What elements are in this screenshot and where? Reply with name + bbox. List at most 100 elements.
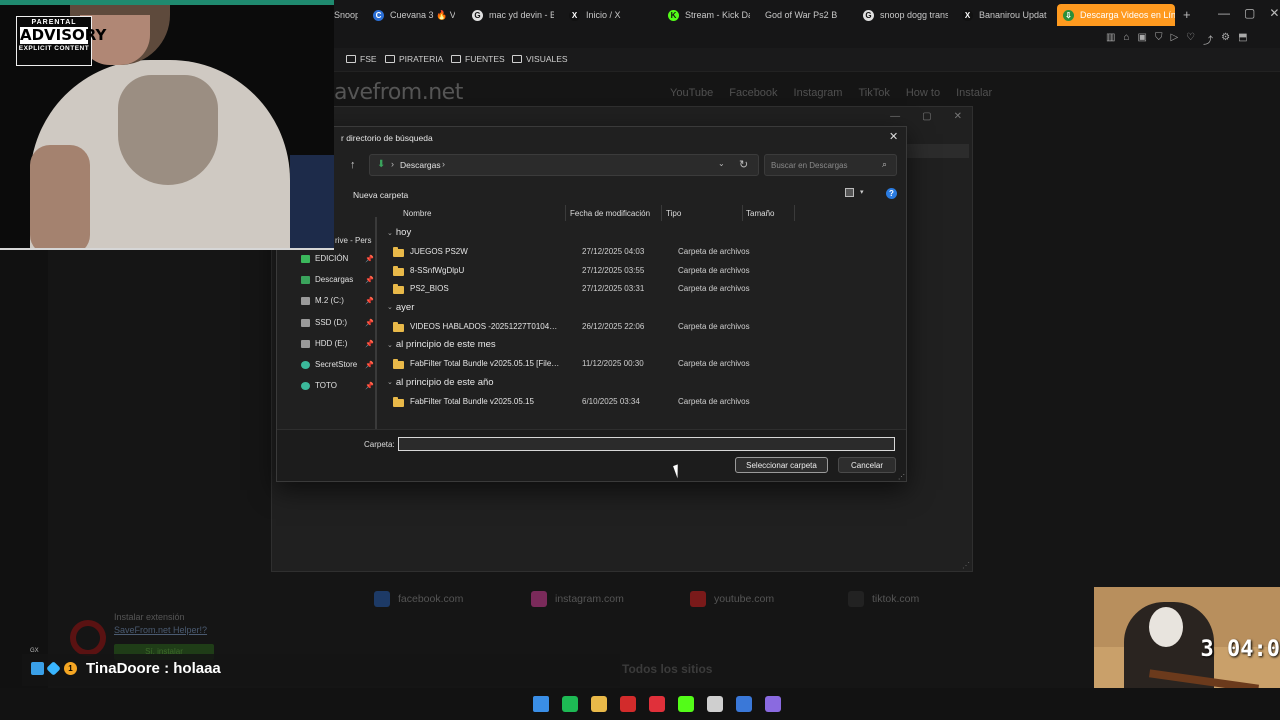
site-logo[interactable]: avefrom.net: [334, 80, 463, 105]
windows-start-icon[interactable]: [533, 696, 549, 712]
browser-tab[interactable]: K Stream - Kick Da: [668, 4, 750, 26]
column-divider[interactable]: [794, 205, 795, 221]
resize-grip-icon[interactable]: ⋰: [898, 473, 905, 481]
nav-item[interactable]: M.2 (C:) 📌: [301, 296, 374, 305]
column-header-type[interactable]: Tipo: [666, 209, 681, 218]
nav-scrollbar[interactable]: [375, 217, 377, 429]
bookmark-folder[interactable]: PIRATERIA: [385, 54, 443, 64]
select-folder-button[interactable]: Seleccionar carpeta: [735, 457, 828, 473]
toolbar-icon[interactable]: ♡: [1186, 32, 1195, 47]
column-header-size[interactable]: Tamaño: [746, 209, 774, 218]
toolbar-icon[interactable]: ⤴: [1203, 32, 1213, 47]
breadcrumb-descargas[interactable]: Descargas: [400, 160, 441, 170]
file-row[interactable]: FabFilter Total Bundle v2025.05.15 [File…: [393, 358, 753, 374]
pin-icon[interactable]: 📌: [365, 340, 374, 348]
new-tab-icon[interactable]: +: [1183, 7, 1191, 22]
nav-item[interactable]: SecretStore 📌: [301, 360, 374, 369]
help-icon[interactable]: ?: [886, 188, 897, 199]
site-nav-link[interactable]: Facebook: [729, 87, 777, 99]
group-header[interactable]: ⌄ al principio de este mes: [387, 339, 496, 350]
chrome-icon[interactable]: [707, 696, 723, 712]
file-row[interactable]: 8-SSnfWgDlpU 27/12/2025 03:55 Carpeta de a…: [393, 265, 753, 281]
pin-icon[interactable]: 📌: [365, 297, 374, 305]
bookmark-folder[interactable]: VISUALES: [512, 54, 568, 64]
breadcrumb-separator-icon[interactable]: ›: [442, 159, 445, 169]
nav-item[interactable]: HDD (E:) 📌: [301, 339, 374, 348]
toolbar-icon[interactable]: ▥: [1106, 32, 1115, 47]
search-input[interactable]: [771, 158, 875, 173]
nav-item[interactable]: Descargas 📌: [301, 275, 374, 284]
file-row[interactable]: JUEGOS PS2W 27/12/2025 04:03 Carpeta de ar…: [393, 246, 753, 262]
address-dropdown-icon[interactable]: ⌄: [718, 159, 725, 168]
group-header[interactable]: ⌄ ayer: [387, 302, 414, 313]
flash-icon[interactable]: [649, 696, 665, 712]
pin-icon[interactable]: 📌: [365, 255, 374, 263]
toolbar-icon[interactable]: ⛉: [1155, 32, 1163, 47]
bookmark-folder[interactable]: FUENTES: [451, 54, 505, 64]
file-row[interactable]: FabFilter Total Bundle v2025.05.15 6/10/2…: [393, 396, 753, 412]
chevron-down-icon[interactable]: ⌄: [387, 229, 393, 237]
nav-item[interactable]: SSD (D:) 📌: [301, 318, 374, 327]
nav-item[interactable]: TOTO 📌: [301, 381, 374, 390]
toolbar-icon[interactable]: ⚙: [1221, 32, 1230, 47]
browser-tab[interactable]: Snoop D: [334, 4, 358, 26]
site-nav-link[interactable]: YouTube: [670, 87, 713, 99]
chevron-down-icon[interactable]: ⌄: [387, 303, 393, 311]
site-nav-link[interactable]: Instalar: [956, 87, 992, 99]
column-divider[interactable]: [661, 205, 662, 221]
pin-icon[interactable]: 📌: [365, 276, 374, 284]
pin-icon[interactable]: 📌: [365, 361, 374, 369]
group-header[interactable]: ⌄ hoy: [387, 227, 411, 238]
social-link[interactable]: facebook.com: [374, 591, 463, 607]
site-nav-link[interactable]: How to: [906, 87, 940, 99]
toolbar-icon[interactable]: ▷: [1170, 32, 1178, 47]
social-link[interactable]: instagram.com: [531, 591, 624, 607]
column-divider[interactable]: [742, 205, 743, 221]
file-explorer-icon[interactable]: [591, 696, 607, 712]
extension-link[interactable]: SaveFrom.net Helper!?: [114, 625, 207, 635]
up-folder-icon[interactable]: ↑: [350, 159, 356, 171]
column-divider[interactable]: [565, 205, 566, 221]
pin-icon[interactable]: 📌: [365, 382, 374, 390]
column-header-date[interactable]: Fecha de modificación: [570, 209, 650, 218]
file-row[interactable]: PS2_BIOS 27/12/2025 03:31 Carpeta de archi…: [393, 283, 753, 299]
app2-icon[interactable]: [765, 696, 781, 712]
refresh-icon[interactable]: ↻: [739, 158, 748, 171]
close-icon[interactable]: ✕: [954, 111, 962, 122]
maximize-icon[interactable]: ▢: [922, 111, 931, 122]
social-link[interactable]: tiktok.com: [848, 591, 919, 607]
view-dropdown-icon[interactable]: ▾: [860, 188, 864, 196]
browser-tab[interactable]: ⇩ Descarga Videos en Línea: [1057, 4, 1175, 26]
bookmark-folder[interactable]: FSE: [346, 54, 377, 64]
site-nav-link[interactable]: TikTok: [858, 87, 889, 99]
pin-icon[interactable]: 📌: [365, 319, 374, 327]
browser-tab[interactable]: X Inicio / X: [569, 4, 651, 26]
new-folder-button[interactable]: Nueva carpeta: [353, 190, 408, 200]
kick-icon[interactable]: [678, 696, 694, 712]
folder-input[interactable]: [398, 437, 895, 451]
chevron-down-icon[interactable]: ⌄: [387, 341, 393, 349]
browser-tab[interactable]: X Bananirou Updat: [962, 4, 1047, 26]
browser-tab[interactable]: Gmac yd devin - B: [472, 4, 554, 26]
site-nav-link[interactable]: Instagram: [794, 87, 843, 99]
address-bar[interactable]: ⬇ › Descargas › ⌄: [369, 154, 759, 176]
nav-item[interactable]: EDICIÓN 📌: [301, 254, 374, 263]
toolbar-icon[interactable]: ▣: [1138, 32, 1147, 47]
app-icon[interactable]: [736, 696, 752, 712]
toolbar-icon[interactable]: ⬒: [1238, 32, 1247, 47]
opera-icon[interactable]: [620, 696, 636, 712]
browser-tab[interactable]: Gsnoop dogg trans: [863, 4, 948, 26]
social-link[interactable]: youtube.com: [690, 591, 774, 607]
maximize-icon[interactable]: ▢: [1244, 6, 1255, 20]
minimize-icon[interactable]: —: [1218, 6, 1230, 20]
spotify-icon[interactable]: [562, 696, 578, 712]
browser-tab[interactable]: God of War Ps2 B: [765, 4, 850, 26]
nav-item-onedrive[interactable]: rive - Pers: [335, 236, 373, 245]
dialog-close-icon[interactable]: ✕: [889, 130, 898, 143]
chevron-down-icon[interactable]: ⌄: [387, 378, 393, 386]
column-header-name[interactable]: Nombre: [403, 209, 431, 218]
minimize-icon[interactable]: —: [890, 111, 900, 122]
browser-tab[interactable]: C Cuevana 3 🔥 Ve: [373, 4, 455, 26]
resize-grip-icon[interactable]: ⋰: [962, 561, 970, 570]
toolbar-icon[interactable]: ⌂: [1123, 32, 1129, 47]
